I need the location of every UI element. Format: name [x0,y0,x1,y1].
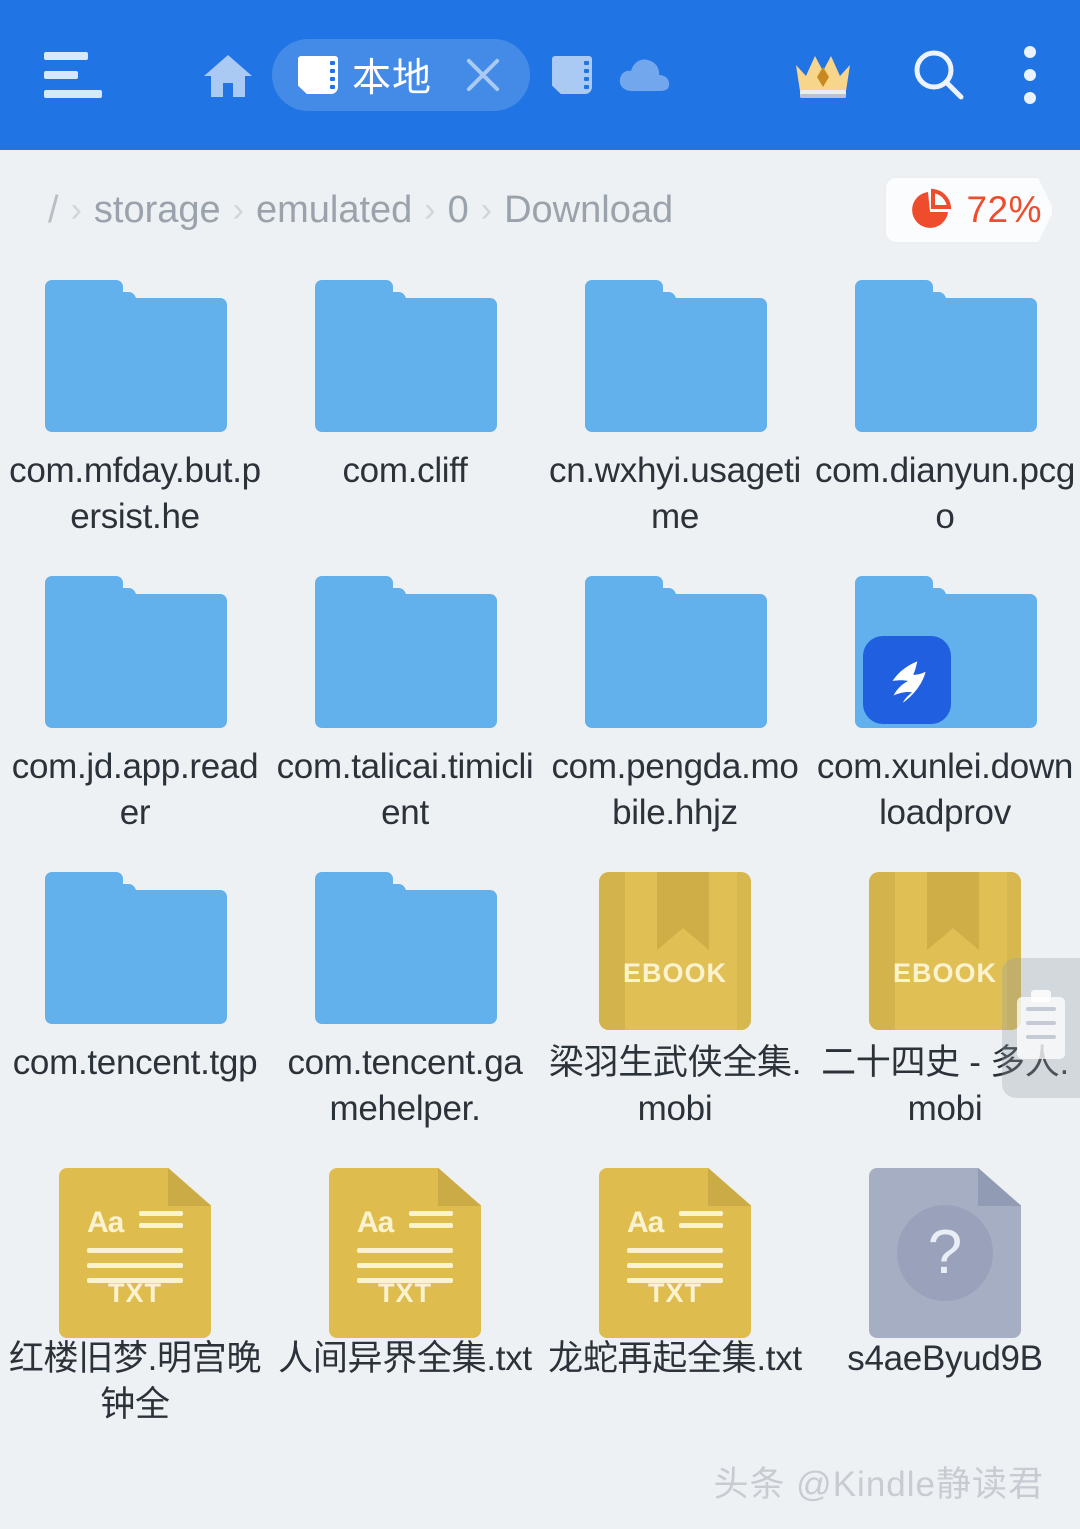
pie-chart-icon [912,188,952,228]
hamburger-menu-icon[interactable] [44,52,102,98]
folder-icon [855,280,1037,438]
file-item-folder[interactable]: com.tencent.tgp [0,864,270,1160]
home-icon[interactable] [202,49,254,101]
txt-aa-label: Aa [357,1206,394,1239]
file-name-label: com.tencent.gamehelper. [287,1043,523,1128]
more-dot [1024,46,1036,58]
folder-icon [45,280,227,438]
breadcrumb-item-download[interactable]: Download [504,189,673,232]
file-name-label: com.tencent.tgp [12,1043,258,1082]
folder-icon [45,576,227,734]
file-item-unknown[interactable]: ? s4aeByud9B [810,1160,1080,1456]
file-item-ebook[interactable]: EBOOK 梁羽生武侠全集.mobi [540,864,810,1160]
sd-card-icon-secondary[interactable] [552,56,593,94]
top-toolbar: 本地 [0,0,1080,150]
txt-file-icon: Aa TXT [315,1168,495,1338]
file-name-label: 龙蛇再起全集.txt [548,1339,802,1378]
file-name-label: com.xunlei.downloadprov [816,747,1074,832]
question-mark-icon: ? [897,1205,993,1301]
tab-local[interactable]: 本地 [272,39,531,111]
more-dot [1024,69,1036,81]
breadcrumb-separator-icon: › [232,190,244,229]
toolbar-right-actions [792,46,1080,104]
file-name-label: com.cliff [342,451,468,490]
file-name-label: com.pengda.mobile.hhjz [551,747,799,832]
txt-aa-label: Aa [627,1206,664,1239]
file-item-txt[interactable]: Aa TXT 龙蛇再起全集.txt [540,1160,810,1456]
file-item-folder[interactable]: com.pengda.mobile.hhjz [540,568,810,864]
breadcrumb-item-0[interactable]: 0 [448,189,469,232]
folder-icon [315,872,497,1030]
file-name-label: com.mfday.but.persist.he [9,451,261,536]
breadcrumb-separator-icon: › [70,190,82,229]
file-name-label: com.talicai.timiclient [276,747,534,832]
file-name-label: 梁羽生武侠全集.mobi [548,1043,802,1128]
more-vertical-icon[interactable] [1024,46,1036,104]
txt-type-label: TXT [378,1278,432,1308]
file-item-txt[interactable]: Aa TXT 红楼旧梦.明宫晚钟全 [0,1160,270,1456]
xunlei-app-icon [863,636,951,724]
txt-file-icon: Aa TXT [585,1168,765,1338]
file-item-folder[interactable]: com.dianyun.pcgo [810,272,1080,568]
file-name-label: com.jd.app.reader [11,747,259,832]
hamburger-bar [44,71,78,79]
folder-icon [315,280,497,438]
txt-file-icon: Aa TXT [45,1168,225,1338]
cloud-icon[interactable] [618,55,672,95]
file-name-label: cn.wxhyi.usagetime [549,451,801,536]
ebook-icon: EBOOK [585,872,765,1030]
file-name-label: com.dianyun.pcgo [814,451,1076,536]
more-dot [1024,92,1036,104]
breadcrumb-separator-icon: › [480,190,493,229]
clipboard-widget-icon[interactable] [1002,958,1080,1098]
breadcrumb-separator-icon: › [424,190,436,229]
file-item-folder[interactable]: com.jd.app.reader [0,568,270,864]
folder-icon [855,576,1037,734]
breadcrumb-item-storage[interactable]: storage [94,189,221,232]
file-item-folder[interactable]: com.cliff [270,272,540,568]
crown-icon[interactable] [792,49,854,101]
folder-icon [585,576,767,734]
clipboard-glyph [1017,997,1065,1059]
file-item-folder[interactable]: cn.wxhyi.usagetime [540,272,810,568]
file-item-folder[interactable]: com.xunlei.downloadprov [810,568,1080,864]
watermark-text: 头条 @Kindle静读君 [713,1465,1044,1504]
ebook-type-label: EBOOK [622,958,727,988]
txt-type-label: TXT [108,1278,162,1308]
file-item-folder[interactable]: com.tencent.gamehelper. [270,864,540,1160]
txt-type-label: TXT [648,1278,702,1308]
file-name-label: 红楼旧梦.明宫晚钟全 [8,1339,262,1424]
hamburger-bar [44,52,88,60]
storage-usage-badge[interactable]: 72% [884,176,1054,244]
file-item-folder[interactable]: com.talicai.timiclient [270,568,540,864]
file-manager-screen: 本地 / › storage › emulated › 0 › Download… [0,0,1080,1529]
file-item-txt[interactable]: Aa TXT 人间异界全集.txt [270,1160,540,1456]
search-icon[interactable] [910,46,968,104]
folder-icon [45,872,227,1030]
tab-local-label: 本地 [352,57,433,100]
sd-card-icon [298,56,338,94]
breadcrumb-item-emulated[interactable]: emulated [256,189,412,232]
breadcrumb-root[interactable]: / [48,189,59,232]
folder-icon [315,576,497,734]
file-grid: com.mfday.but.persist.he com.cliff cn.wx… [0,272,1080,1456]
close-icon[interactable] [460,52,506,98]
folder-icon [585,280,767,438]
file-item-folder[interactable]: com.mfday.but.persist.he [0,272,270,568]
txt-aa-label: Aa [87,1206,124,1239]
storage-percent-label: 72% [966,189,1042,230]
file-name-label: 人间异界全集.txt [278,1339,532,1378]
unknown-file-icon: ? [855,1168,1035,1338]
file-name-label: s4aeByud9B [847,1339,1043,1378]
ebook-type-label: EBOOK [892,958,997,988]
hamburger-bar [44,90,102,98]
